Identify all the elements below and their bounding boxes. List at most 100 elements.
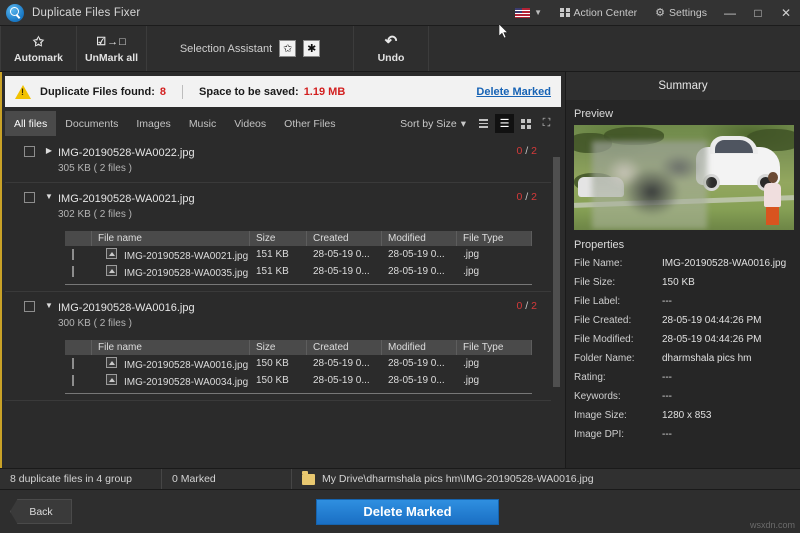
delete-marked-link[interactable]: Delete Marked [476, 86, 551, 98]
selection-assistant-label: Selection Assistant [180, 43, 272, 55]
scrollbar-thumb[interactable] [553, 157, 560, 387]
content-area: Duplicate Files found: 8 Space to be sav… [0, 72, 800, 468]
language-selector[interactable]: ▼ [506, 0, 551, 26]
table-row[interactable]: IMG-20190528-WA0021.jpg 151 KB 28-05-19 … [65, 246, 532, 263]
property-key: Image DPI: [574, 429, 662, 441]
header-file-name: File name [92, 231, 250, 246]
property-row: Keywords: --- [574, 391, 792, 403]
table-underline [65, 284, 532, 285]
maximize-button[interactable]: □ [744, 0, 772, 26]
header-select [65, 231, 92, 246]
detail-view-icon[interactable]: ☰ [495, 114, 514, 133]
minimize-button[interactable]: — [716, 0, 744, 26]
cell-size: 150 KB [250, 375, 307, 386]
tab-all-files[interactable]: All files [5, 111, 56, 136]
selection-assistant-wand-button[interactable]: ✩ [279, 40, 296, 57]
space-saved-value: 1.19 MB [304, 86, 346, 98]
space-saved-label: Space to be saved: [199, 86, 299, 98]
property-value: 1280 x 853 [662, 410, 792, 422]
table-row[interactable]: IMG-20190528-WA0034.jpg 150 KB 28-05-19 … [65, 372, 532, 389]
summary-title: Summary [566, 72, 800, 100]
tab-other-files[interactable]: Other Files [275, 111, 344, 136]
property-value: --- [662, 296, 792, 308]
group-header[interactable]: ▶ IMG-20190528-WA0022.jpg 305 KB ( 2 fil… [5, 145, 551, 176]
duplicate-files-fixer-window: Duplicate Files Fixer ▼ Action Center ⚙ … [0, 0, 800, 533]
group-subtitle: 302 KB ( 2 files ) [58, 209, 132, 220]
group-subtitle: 300 KB ( 2 files ) [58, 318, 132, 329]
automark-button[interactable]: ✩ Automark [0, 26, 77, 71]
close-button[interactable]: ✕ [772, 0, 800, 26]
table-row[interactable]: IMG-20190528-WA0035.jpg 151 KB 28-05-19 … [65, 263, 532, 280]
cell-modified: 28-05-19 0... [382, 249, 457, 260]
table-underline [65, 393, 532, 394]
row-checkbox[interactable] [72, 375, 74, 386]
row-checkbox[interactable] [72, 249, 74, 260]
cell-created: 28-05-19 0... [307, 375, 382, 386]
list-scrollbar[interactable] [552, 137, 561, 468]
watermark: wsxdn.com [750, 520, 795, 530]
property-value: dharmshala pics hm [662, 353, 792, 365]
expand-view-icon[interactable]: ⛶ [537, 114, 556, 133]
row-checkbox[interactable] [72, 358, 74, 369]
property-key: Keywords: [574, 391, 662, 403]
unmark-all-button[interactable]: ☑→□ UnMark all [77, 26, 147, 71]
sort-dropdown[interactable]: Sort by Size ▾ [400, 111, 474, 136]
toolbar-filler [429, 26, 800, 71]
cell-modified: 28-05-19 0... [382, 266, 457, 277]
automark-label: Automark [14, 52, 63, 64]
group-header[interactable]: ▼ IMG-20190528-WA0021.jpg 302 KB ( 2 fil… [5, 191, 551, 222]
property-key: Rating: [574, 372, 662, 384]
row-checkbox[interactable] [72, 266, 74, 277]
header-select [65, 340, 92, 355]
group-checkbox[interactable] [24, 192, 35, 203]
undo-button[interactable]: ↶ Undo [354, 26, 429, 71]
settings-button[interactable]: ⚙ Settings [646, 0, 716, 26]
expand-collapse-icon[interactable]: ▼ [42, 192, 56, 201]
property-row: File Label: --- [574, 296, 792, 308]
list-view-icon[interactable] [474, 114, 493, 133]
group-header[interactable]: ▼ IMG-20190528-WA0016.jpg 300 KB ( 2 fil… [5, 300, 551, 331]
action-center-button[interactable]: Action Center [551, 0, 646, 26]
image-file-icon [106, 357, 117, 368]
preview-blurred-subjects [592, 141, 707, 229]
banner-divider [182, 85, 183, 99]
settings-label: Settings [669, 7, 707, 19]
properties-label: Properties [574, 239, 792, 251]
header-file-type: File Type [457, 231, 532, 246]
tab-videos[interactable]: Videos [225, 111, 275, 136]
group-checkbox[interactable] [24, 146, 35, 157]
header-file-name: File name [92, 340, 250, 355]
status-marked: 0 Marked [162, 469, 292, 489]
tab-documents[interactable]: Documents [56, 111, 127, 136]
property-value: 28-05-19 04:44:26 PM [662, 334, 792, 346]
cell-modified: 28-05-19 0... [382, 375, 457, 386]
selection-assistant-asterisk-button[interactable]: ✱ [303, 40, 320, 57]
summary-banner: Duplicate Files found: 8 Space to be sav… [5, 76, 561, 107]
grid-view-icon[interactable] [516, 114, 535, 133]
table-header-row: File name Size Created Modified File Typ… [65, 231, 532, 246]
view-mode-buttons: ☰ ⛶ [474, 111, 561, 136]
group-marked-count: 0 / 2 [517, 145, 551, 157]
table-row[interactable]: IMG-20190528-WA0016.jpg 150 KB 28-05-19 … [65, 355, 532, 372]
property-key: File Label: [574, 296, 662, 308]
cell-file-name: IMG-20190528-WA0034.jpg [124, 377, 248, 388]
us-flag-icon [515, 8, 530, 18]
cell-size: 151 KB [250, 266, 307, 277]
preview-image [574, 125, 794, 230]
tab-music[interactable]: Music [180, 111, 225, 136]
image-file-icon [106, 248, 117, 259]
tab-images[interactable]: Images [127, 111, 179, 136]
header-created: Created [307, 340, 382, 355]
expand-collapse-icon[interactable]: ▼ [42, 301, 56, 310]
magnifier-logo-icon [6, 4, 24, 22]
property-key: File Size: [574, 277, 662, 289]
expand-collapse-icon[interactable]: ▶ [42, 146, 56, 155]
footer-bar: Back Delete Marked wsxdn.com [0, 490, 800, 533]
group-checkbox[interactable] [24, 301, 35, 312]
cell-file-name: IMG-20190528-WA0021.jpg [124, 251, 248, 262]
delete-marked-button[interactable]: Delete Marked [316, 499, 499, 525]
cell-file-name: IMG-20190528-WA0016.jpg [124, 360, 248, 371]
property-row: Rating: --- [574, 372, 792, 384]
back-button[interactable]: Back [10, 499, 72, 524]
property-value: --- [662, 429, 792, 441]
